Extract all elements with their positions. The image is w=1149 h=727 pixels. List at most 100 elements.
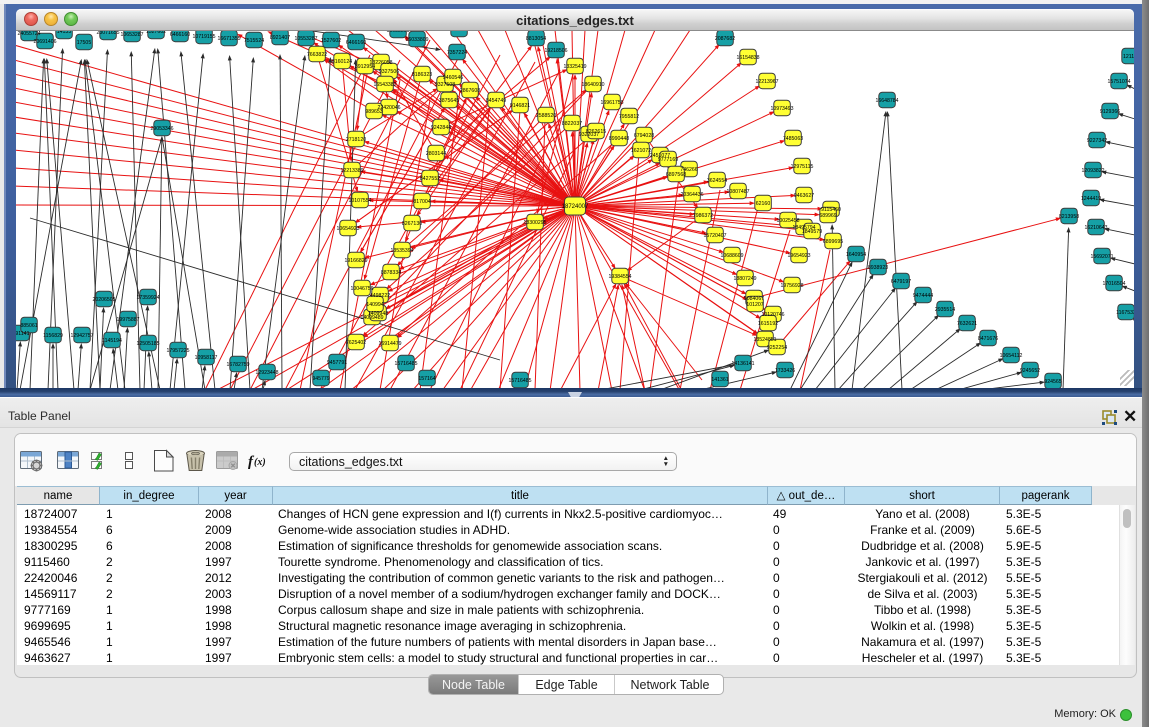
svg-text:1167533: 1167533 xyxy=(1116,310,1134,316)
svg-text:817004: 817004 xyxy=(413,199,430,205)
svg-text:140994: 140994 xyxy=(366,302,383,308)
svg-text:2867608: 2867608 xyxy=(460,88,480,94)
svg-text:101207: 101207 xyxy=(746,302,763,308)
svg-text:9777169: 9777169 xyxy=(658,157,678,163)
svg-text:8427552: 8427552 xyxy=(420,176,440,182)
svg-text:7632621: 7632621 xyxy=(957,321,977,327)
svg-text:17016504: 17016504 xyxy=(1102,281,1125,287)
svg-text:9327508: 9327508 xyxy=(435,82,455,88)
svg-text:885061: 885061 xyxy=(20,323,37,329)
svg-text:16033809: 16033809 xyxy=(405,37,428,43)
svg-text:9242844: 9242844 xyxy=(431,125,451,131)
svg-text:1615192: 1615192 xyxy=(758,321,778,327)
svg-text:10958117: 10958117 xyxy=(195,355,218,361)
svg-text:12093822: 12093822 xyxy=(1081,168,1104,174)
svg-text:12975115: 12975115 xyxy=(791,164,814,170)
svg-text:13325419: 13325419 xyxy=(563,64,586,70)
svg-text:8813054: 8813054 xyxy=(526,36,546,42)
svg-text:15751074: 15751074 xyxy=(1107,79,1130,85)
svg-text:16671355: 16671355 xyxy=(217,36,240,42)
svg-text:18724007: 18724007 xyxy=(562,204,589,210)
svg-text:4498222: 4498222 xyxy=(370,293,390,299)
svg-text:16648784: 16648784 xyxy=(875,98,898,104)
svg-text:8454749: 8454749 xyxy=(486,98,506,104)
svg-text:8213958: 8213958 xyxy=(1059,214,1079,220)
svg-text:7986372: 7986372 xyxy=(693,213,713,219)
svg-text:8822037: 8822037 xyxy=(562,121,582,127)
svg-text:10553287: 10553287 xyxy=(294,36,317,42)
svg-text:16782759: 16782759 xyxy=(226,362,249,368)
svg-text:10688609: 10688609 xyxy=(720,253,743,259)
svg-text:7485063: 7485063 xyxy=(783,136,803,142)
svg-text:15716485: 15716485 xyxy=(508,378,531,384)
svg-text:1640954: 1640954 xyxy=(846,252,866,258)
svg-text:17359924: 17359924 xyxy=(136,295,159,301)
svg-text:7515524: 7515524 xyxy=(244,38,264,44)
svg-text:1156829: 1156829 xyxy=(43,333,63,339)
svg-text:10046756: 10046756 xyxy=(350,286,373,292)
svg-text:7955812: 7955812 xyxy=(619,114,639,120)
svg-text:14136141: 14136141 xyxy=(731,361,754,367)
svg-text:16210643: 16210643 xyxy=(1084,225,1107,231)
svg-text:15720407: 15720407 xyxy=(703,233,726,239)
svg-text:12112: 12112 xyxy=(1123,54,1134,60)
svg-text:9146821: 9146821 xyxy=(510,103,530,109)
svg-text:10654923: 10654923 xyxy=(336,226,359,232)
svg-text:12213967: 12213967 xyxy=(755,79,778,85)
svg-text:(x): (x) xyxy=(254,457,266,468)
svg-text:2718120: 2718120 xyxy=(346,137,366,143)
svg-text:8160124: 8160124 xyxy=(332,59,352,65)
svg-text:8186323: 8186323 xyxy=(412,72,432,78)
svg-text:19384554: 19384554 xyxy=(608,274,631,280)
svg-text:10807487: 10807487 xyxy=(726,189,749,195)
svg-text:2087682: 2087682 xyxy=(715,36,735,42)
svg-text:6897568: 6897568 xyxy=(666,172,686,178)
svg-text:10653287: 10653287 xyxy=(120,32,143,38)
svg-text:6466160: 6466160 xyxy=(346,40,366,46)
svg-text:16543382: 16543382 xyxy=(373,82,396,88)
svg-text:16033809: 16033809 xyxy=(386,31,409,34)
svg-text:19166829: 19166829 xyxy=(344,258,367,264)
svg-text:19756928: 19756928 xyxy=(780,283,803,289)
svg-text:9463627: 9463627 xyxy=(794,193,814,199)
svg-text:13535394: 13535394 xyxy=(390,248,413,254)
svg-text:17957225: 17957225 xyxy=(166,348,189,354)
svg-text:3624554: 3624554 xyxy=(707,178,727,184)
svg-text:13524851: 13524851 xyxy=(753,337,776,343)
svg-text:10025458: 10025458 xyxy=(776,218,799,224)
svg-text:1603380: 1603380 xyxy=(449,31,469,33)
svg-text:10120746: 10120746 xyxy=(761,312,784,318)
svg-text:1244419: 1244419 xyxy=(1081,196,1101,202)
svg-text:12213389: 12213389 xyxy=(340,168,363,174)
svg-text:23071655: 23071655 xyxy=(96,31,119,36)
svg-text:10719155: 10719155 xyxy=(192,34,215,40)
svg-text:945779: 945779 xyxy=(312,376,329,382)
svg-text:8267130: 8267130 xyxy=(402,221,422,227)
svg-text:1733426: 1733426 xyxy=(775,368,795,374)
svg-text:12505185: 12505185 xyxy=(136,341,159,347)
svg-text:15716485: 15716485 xyxy=(394,361,417,367)
svg-text:6794028: 6794028 xyxy=(634,133,654,139)
svg-text:16154838: 16154838 xyxy=(736,55,759,61)
svg-text:6479197: 6479197 xyxy=(891,279,911,285)
svg-text:141361: 141361 xyxy=(711,377,728,383)
svg-text:1527602: 1527602 xyxy=(321,38,341,44)
svg-text:19654923: 19654923 xyxy=(787,253,810,259)
svg-text:8938923: 8938923 xyxy=(868,265,888,271)
svg-text:17505: 17505 xyxy=(77,40,92,46)
svg-text:14133: 14133 xyxy=(57,31,72,35)
svg-text:2588520: 2588520 xyxy=(536,113,556,119)
svg-text:2935514: 2935514 xyxy=(935,307,955,313)
svg-text:18807249: 18807249 xyxy=(733,276,756,282)
svg-text:989653: 989653 xyxy=(365,109,382,115)
svg-text:9245652: 9245652 xyxy=(1020,368,1040,374)
svg-text:18300295: 18300295 xyxy=(523,220,546,226)
svg-text:1621072: 1621072 xyxy=(631,148,651,154)
svg-text:12942757: 12942757 xyxy=(70,333,93,339)
svg-text:8878334: 8878334 xyxy=(381,270,401,276)
svg-text:19975887: 19975887 xyxy=(116,317,139,323)
svg-text:9227342: 9227342 xyxy=(1087,138,1107,144)
svg-text:19218506: 19218506 xyxy=(544,48,567,54)
svg-text:62160: 62160 xyxy=(756,201,771,207)
svg-text:7663822: 7663822 xyxy=(307,52,327,58)
